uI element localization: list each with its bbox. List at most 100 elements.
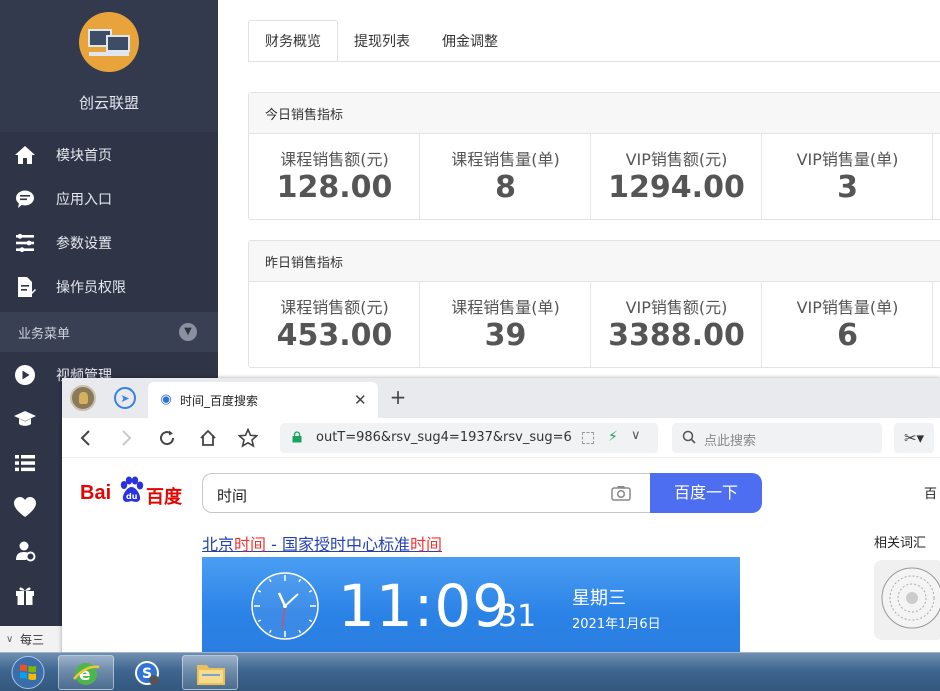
taskbar-app-ie[interactable]: e <box>58 655 114 690</box>
stat-value: 8 <box>495 170 516 205</box>
sidebar-item-label: 应用入口 <box>56 192 112 208</box>
stat-label: VIP销售额(元) <box>625 298 728 317</box>
search-query: 时间 <box>217 487 248 505</box>
qr-code-icon[interactable] <box>582 432 594 444</box>
lightning-icon[interactable]: ⚡ <box>608 429 618 445</box>
back-arrow-icon <box>80 430 90 446</box>
chevron-down-icon[interactable]: ∨ <box>631 428 641 443</box>
address-bar[interactable]: outT=986&rsv_sug4=1937&rsv_sug=6 ⚡ ∨ <box>280 423 658 453</box>
stat-vip-orders: VIP销售量(单) 6 <box>762 282 933 367</box>
windows-logo-icon <box>11 656 45 689</box>
tab-divider <box>248 61 940 62</box>
baidu-paw-icon: du <box>120 476 144 502</box>
browser-tab-title: 时间_百度搜索 <box>180 393 259 408</box>
panel-title: 今日销售指标 <box>249 93 940 134</box>
start-button[interactable] <box>2 654 54 691</box>
stat-course-revenue: 课程销售额(元) 453.00 <box>249 282 420 367</box>
stat-course-orders: 课程销售量(单) 39 <box>420 282 591 367</box>
stat-value: 6 <box>837 318 858 353</box>
star-icon <box>238 428 258 448</box>
stat-vip-orders: VIP销售量(单) 3 <box>762 134 933 219</box>
sidebar-item-label: 操作员权限 <box>56 280 126 296</box>
stat-course-revenue: 课程销售额(元) 128.00 <box>249 134 420 219</box>
sidebar-header: 创云联盟 <box>0 0 218 132</box>
home-icon <box>200 429 216 446</box>
stat-value: 1294.00 <box>608 170 745 205</box>
web-page: Bai du 百度 时间 百度一下 百 北京时间 - 国家授时中心标准时间 相关… <box>62 458 940 654</box>
baidu-logo[interactable]: Bai du 百度 <box>80 474 190 508</box>
sidebar-group-business-menu[interactable]: 业务菜单 ▼ <box>0 312 218 352</box>
chevron-down-icon: ∨ <box>6 633 14 645</box>
result-title-link[interactable]: 北京时间 - 国家授时中心标准时间 <box>202 531 442 555</box>
sidebar-item-app-entry[interactable]: 应用入口 <box>0 177 218 221</box>
stat-label: VIP销售量(单) <box>796 298 899 317</box>
browser-toolbar: outT=986&rsv_sug4=1937&rsv_sug=6 ⚡ ∨ 点此搜… <box>62 418 940 458</box>
compass-image-icon <box>881 567 940 629</box>
sidebar-item-operator-permissions[interactable]: 操作员权限 <box>0 265 218 309</box>
reload-icon <box>160 430 175 446</box>
result-title-part: - 国家授时中心标准 <box>266 535 410 554</box>
reload-button[interactable] <box>155 426 179 450</box>
related-term-image[interactable] <box>874 560 940 640</box>
heart-icon <box>13 495 37 519</box>
sidebar-item-label: 模块首页 <box>56 148 112 164</box>
sidebar-item-home[interactable]: 模块首页 <box>0 133 218 177</box>
logo-text-left: Bai <box>80 482 112 504</box>
forward-button[interactable] <box>114 426 138 450</box>
home-icon <box>13 143 37 167</box>
folder-icon <box>197 665 225 685</box>
top-right-link[interactable]: 百 <box>924 483 937 502</box>
home-button[interactable] <box>196 426 220 450</box>
baidu-search-input[interactable]: 时间 <box>202 473 652 513</box>
result-title-part: 北京 <box>202 535 235 554</box>
user-settings-icon <box>13 539 37 563</box>
windows-taskbar: e S <box>0 652 940 691</box>
browser-search-box[interactable]: 点此搜索 <box>672 423 882 453</box>
stat-label: 课程销售量(单) <box>451 150 560 169</box>
search-icon <box>682 430 696 444</box>
lock-icon <box>292 431 302 443</box>
sidebar-group-label: 业务菜单 <box>18 326 71 342</box>
stat-value: 128.00 <box>276 170 393 205</box>
brand-name: 创云联盟 <box>78 94 139 112</box>
taskbar-app-browser[interactable]: S <box>120 655 176 690</box>
sidebar-submenu-toggle[interactable]: ∨ 每三 <box>0 626 62 652</box>
close-tab-icon[interactable]: ✕ <box>354 391 367 409</box>
taskbar-app-explorer[interactable] <box>182 655 238 690</box>
stat-row: 课程销售额(元) 128.00 课程销售量(单) 8 VIP销售额(元) 129… <box>249 134 940 219</box>
related-terms-title: 相关词汇 <box>874 536 927 551</box>
chevron-down-icon: ▼ <box>179 323 197 341</box>
url-text: outT=986&rsv_sug4=1937&rsv_sug=6 <box>316 430 572 445</box>
tab-withdrawal-list[interactable]: 提现列表 <box>338 20 426 62</box>
stat-label: VIP销售额(元) <box>625 150 728 169</box>
analog-clock-icon <box>251 572 319 640</box>
stat-value: 39 <box>484 318 527 353</box>
screenshot-scissors-icon[interactable]: ✂▾ <box>894 423 934 453</box>
digital-time: 11:09 <box>338 572 511 640</box>
result-title-highlight: 时间 <box>409 535 442 554</box>
stat-label: 课程销售额(元) <box>280 298 389 317</box>
search-placeholder: 点此搜索 <box>704 434 757 449</box>
back-button[interactable] <box>74 426 98 450</box>
tab-finance-overview[interactable]: 财务概览 <box>248 20 338 62</box>
baidu-search-button[interactable]: 百度一下 <box>650 473 762 513</box>
stat-label: VIP销售量(单) <box>796 150 899 169</box>
tab-commission-adjust[interactable]: 佣金调整 <box>426 20 514 62</box>
document-edit-icon <box>13 275 37 299</box>
browser-app-icon: S <box>135 661 159 685</box>
stat-vip-revenue: VIP销售额(元) 1294.00 <box>591 134 762 219</box>
submenu-label: 每三 <box>20 632 45 647</box>
browser-tab[interactable]: ◉ 时间_百度搜索 ✕ <box>148 382 378 418</box>
bookmark-button[interactable] <box>236 426 260 450</box>
new-tab-button[interactable]: + <box>387 387 409 409</box>
panel-title: 昨日销售指标 <box>249 241 940 282</box>
sidebar-item-settings[interactable]: 参数设置 <box>0 221 218 265</box>
user-avatar[interactable] <box>70 385 96 411</box>
play-circle-icon <box>13 363 37 387</box>
result-title-highlight: 时间 <box>234 535 267 554</box>
navigation-arrow-icon[interactable]: ➤ <box>114 387 136 409</box>
svg-text:du: du <box>126 492 138 501</box>
tab-bar: 财务概览 提现列表 佣金调整 <box>248 20 514 62</box>
stat-row: 课程销售额(元) 453.00 课程销售量(单) 39 VIP销售额(元) 33… <box>249 282 940 367</box>
stat-value: 3388.00 <box>608 318 745 353</box>
